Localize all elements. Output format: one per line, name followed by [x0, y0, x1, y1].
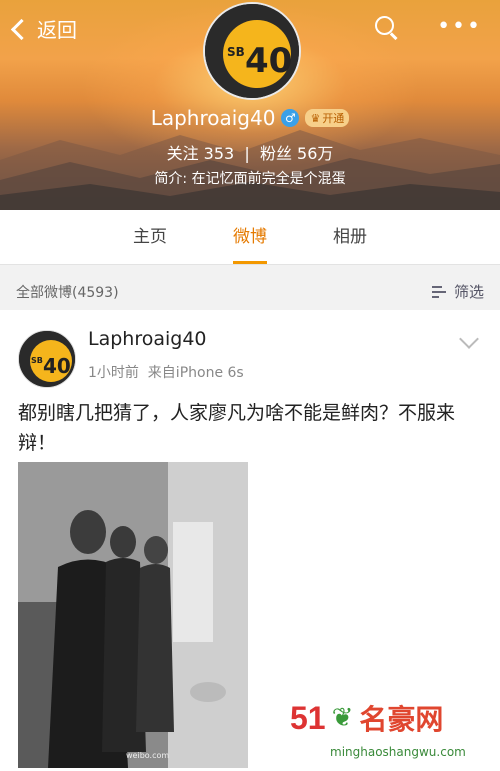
- profile-name-row: Laphroaig40 ♂ ♛ 开通: [0, 106, 500, 130]
- follow-stats[interactable]: 关注 353 | 粉丝 56万: [0, 140, 500, 164]
- chevron-down-icon[interactable]: [459, 329, 479, 349]
- post-avatar[interactable]: SB 40: [18, 330, 76, 388]
- photo-caption: weibo.com: [126, 751, 169, 760]
- tab-album[interactable]: 相册: [300, 210, 400, 264]
- more-icon[interactable]: •••: [437, 16, 482, 38]
- filter-icon: [431, 285, 448, 298]
- watermark-url: minghaoshangwu.com: [330, 745, 466, 759]
- profile-header: 返回 ••• SB 40 Laphroaig40 ♂ ♛ 开通 关注 353 |…: [0, 0, 500, 210]
- watermark-logo: 51: [290, 699, 326, 736]
- post-text: 都别瞎几把猜了，人家廖凡为啥不能是鲜肉？不服来辩！: [18, 402, 456, 454]
- all-weibo-count: 全部微博(4593): [16, 285, 119, 301]
- post-username[interactable]: Laphroaig40: [88, 328, 207, 350]
- avatar-image: SB 40: [205, 4, 299, 98]
- crown-icon: ♛: [310, 111, 321, 125]
- leaf-icon: ❦: [331, 703, 354, 733]
- svg-text:40: 40: [245, 41, 292, 81]
- post-meta: 1小时前 来自iPhone 6s: [88, 365, 244, 381]
- post-photo[interactable]: weibo.com: [18, 462, 248, 768]
- gender-icon: ♂: [281, 109, 300, 127]
- post-photo-image: weibo.com: [18, 462, 248, 768]
- vip-label: 开通: [322, 112, 345, 125]
- back-label: 返回: [37, 18, 77, 42]
- filter-label: 筛选: [453, 283, 484, 301]
- svg-text:SB: SB: [31, 356, 43, 365]
- vip-badge[interactable]: ♛ 开通: [305, 109, 350, 127]
- chevron-left-icon: [10, 18, 33, 41]
- svg-text:40: 40: [43, 354, 71, 378]
- profile-bio: 简介: 在记忆面前完全是个混蛋: [154, 171, 346, 187]
- avatar[interactable]: SB 40: [203, 2, 301, 100]
- tab-home[interactable]: 主页: [100, 210, 200, 264]
- site-watermark: 51 ❦ 名豪网: [290, 698, 443, 738]
- filter-bar: 全部微博(4593) 筛选: [0, 276, 500, 308]
- profile-tabs: 主页 微博 相册: [0, 210, 500, 265]
- svg-text:SB: SB: [227, 45, 245, 59]
- profile-username: Laphroaig40: [150, 106, 276, 130]
- post-avatar-image: SB 40: [19, 331, 75, 387]
- watermark-name: 名豪网: [359, 703, 444, 736]
- back-button[interactable]: 返回: [10, 14, 77, 43]
- filter-button[interactable]: 筛选: [431, 281, 484, 302]
- tab-weibo[interactable]: 微博: [200, 210, 300, 264]
- search-icon[interactable]: [373, 14, 399, 40]
- top-actions: •••: [373, 14, 482, 40]
